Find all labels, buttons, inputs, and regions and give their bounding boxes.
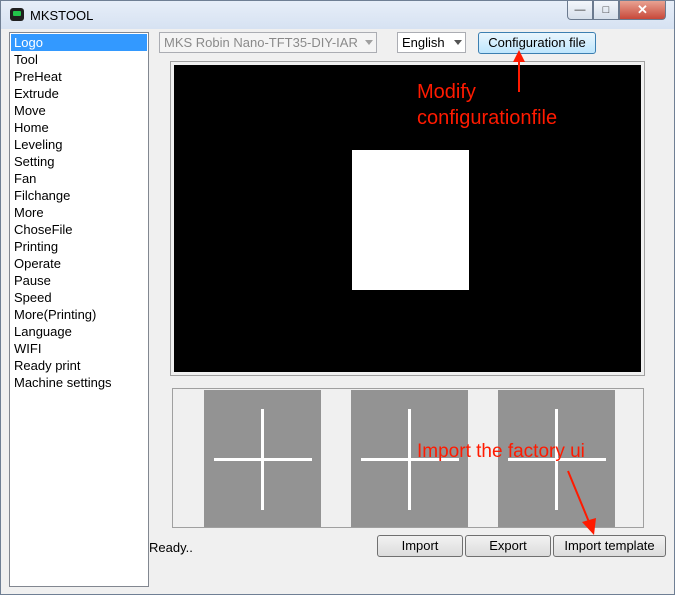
close-icon: ✕	[637, 2, 648, 17]
thumbnail-slot[interactable]	[204, 390, 321, 527]
chevron-down-icon	[365, 40, 373, 45]
annotation-line: configurationfile	[417, 107, 558, 129]
screen-list-item[interactable]: More(Printing)	[11, 306, 147, 323]
configuration-file-button[interactable]: Configuration file	[478, 32, 596, 54]
screen-list[interactable]: Logo Tool PreHeat Extrude Move Home Leveling Se…	[9, 32, 149, 587]
screen-list-items: Logo Tool PreHeat Extrude Move Home Leveling Se…	[10, 34, 148, 391]
screen-list-item[interactable]: More	[11, 204, 147, 221]
screen-list-item[interactable]: Machine settings	[11, 374, 147, 391]
screen-list-item[interactable]: Move	[11, 102, 147, 119]
maximize-icon: □	[602, 4, 610, 16]
screen-list-item[interactable]: Extrude	[11, 85, 147, 102]
screen-list-item[interactable]: Pause	[11, 272, 147, 289]
maximize-button[interactable]: □	[593, 1, 619, 20]
screen-list-item[interactable]: PreHeat	[11, 68, 147, 85]
screen-list-item[interactable]: Setting	[11, 153, 147, 170]
screen-list-item[interactable]: Logo	[11, 34, 147, 51]
import-template-button[interactable]: Import template	[553, 535, 666, 557]
import-button[interactable]: Import	[377, 535, 463, 557]
plus-icon	[408, 409, 411, 510]
app-window: MKSTOOL — □ ✕ Logo Tool PreHeat Extrude Move…	[0, 0, 675, 595]
board-select-value: MKS Robin Nano-TFT35-DIY-IAR	[164, 35, 358, 50]
preview-screen	[174, 65, 641, 372]
logo-preview	[170, 61, 645, 376]
import-factory-annotation: Import the factory ui	[417, 441, 585, 462]
screen-list-item[interactable]: Filchange	[11, 187, 147, 204]
screen-list-item[interactable]: ChoseFile	[11, 221, 147, 238]
window-title: MKSTOOL	[30, 8, 94, 23]
plus-icon	[261, 409, 264, 510]
title-bar[interactable]: MKSTOOL — □ ✕	[1, 1, 674, 29]
screen-list-item[interactable]: Speed	[11, 289, 147, 306]
language-select-value: English	[402, 35, 445, 50]
modify-config-annotation: Modify configurationfile	[417, 79, 557, 131]
language-select[interactable]: English	[397, 32, 466, 53]
screen-list-item[interactable]: Leveling	[11, 136, 147, 153]
minimize-icon: —	[574, 4, 586, 16]
status-text: Ready..	[149, 540, 193, 555]
screen-list-item[interactable]: Fan	[11, 170, 147, 187]
board-select[interactable]: MKS Robin Nano-TFT35-DIY-IAR	[159, 32, 377, 53]
screen-list-item[interactable]: Printing	[11, 238, 147, 255]
minimize-button[interactable]: —	[567, 1, 593, 20]
export-button[interactable]: Export	[465, 535, 551, 557]
chevron-down-icon	[454, 40, 462, 45]
close-button[interactable]: ✕	[619, 1, 666, 20]
app-icon	[10, 8, 24, 21]
screen-list-item[interactable]: WIFI	[11, 340, 147, 357]
screen-list-item[interactable]: Operate	[11, 255, 147, 272]
screen-list-item[interactable]: Home	[11, 119, 147, 136]
screen-list-item[interactable]: Language	[11, 323, 147, 340]
screen-list-item[interactable]: Ready print	[11, 357, 147, 374]
logo-image	[352, 150, 469, 290]
annotation-line: Modify	[417, 81, 476, 103]
screen-list-item[interactable]: Tool	[11, 51, 147, 68]
